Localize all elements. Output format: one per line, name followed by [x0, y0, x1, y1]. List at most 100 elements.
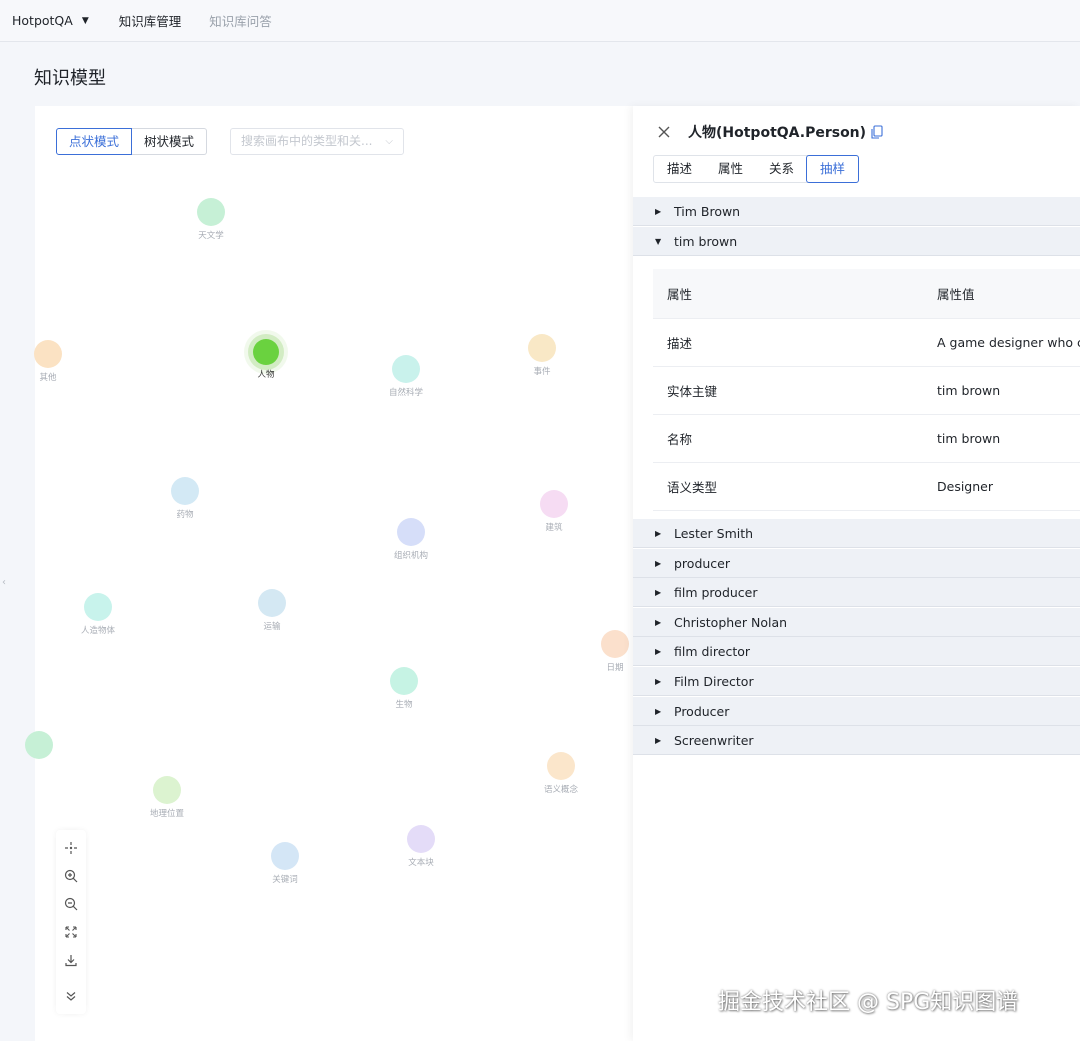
graph-node-transport[interactable]: 运输	[258, 589, 286, 632]
nav-kb-management[interactable]: 知识库管理	[119, 11, 182, 30]
attr-value: tim brown	[937, 383, 1001, 398]
app-selector[interactable]: HotpotQA ▼	[12, 13, 89, 28]
graph-node-semantic-concept[interactable]: 语义概念	[544, 752, 578, 795]
copy-icon[interactable]	[871, 125, 883, 139]
sample-name: producer	[674, 555, 731, 571]
caret-right-icon: ▶	[655, 558, 662, 568]
download-button[interactable]	[56, 946, 86, 974]
zoom-out-button[interactable]	[56, 890, 86, 918]
fit-view-button[interactable]	[56, 918, 86, 946]
node-dot	[397, 518, 425, 546]
graph-node-astronomy[interactable]: 天文学	[197, 198, 225, 241]
sample-row[interactable]: ▶ film producer	[633, 578, 1080, 607]
graph-node-artifact[interactable]: 人造物体	[81, 593, 115, 636]
sample-name: Film Director	[674, 673, 754, 689]
graph-node-drug[interactable]: 药物	[171, 477, 199, 520]
node-dot	[84, 593, 112, 621]
node-label: 文本块	[408, 858, 434, 868]
canvas-search-placeholder: 搜索画布中的类型和关...	[241, 134, 373, 148]
node-label: 运输	[263, 622, 281, 632]
table-row: 实体主键 tim brown	[653, 367, 1080, 415]
node-label: 生物	[395, 700, 413, 710]
graph-node-geo-location[interactable]: 地理位置	[150, 776, 184, 819]
node-label: 建筑	[545, 523, 563, 533]
sample-row[interactable]: ▶ Producer	[633, 697, 1080, 726]
chevron-left-icon[interactable]: ‹	[2, 577, 6, 588]
node-label: 自然科学	[389, 388, 424, 398]
collapse-button[interactable]	[56, 982, 86, 1010]
close-icon[interactable]	[657, 125, 671, 139]
node-label: 其他	[39, 373, 57, 383]
zoom-out-icon	[64, 897, 78, 911]
sample-row-expanded[interactable]: ▼ tim brown	[633, 227, 1080, 256]
attr-value: A game designer who c	[937, 335, 1080, 350]
graph-node-natural-science[interactable]: 自然科学	[389, 355, 423, 398]
chevron-down-icon: ⌵	[385, 136, 393, 147]
sample-name: tim brown	[674, 233, 738, 249]
caret-right-icon: ▶	[655, 706, 662, 716]
node-dot	[197, 198, 225, 226]
tab-attributes[interactable]: 属性	[705, 156, 756, 182]
node-dot	[34, 340, 62, 368]
sample-name: Screenwriter	[674, 732, 754, 748]
focus-icon	[65, 842, 77, 854]
graph-node-building[interactable]: 建筑	[540, 490, 568, 533]
graph-node-keyword[interactable]: 关键词	[271, 842, 299, 885]
table-row: 描述 A game designer who c	[653, 319, 1080, 367]
graph-node-partial[interactable]	[25, 731, 53, 759]
node-dot	[253, 339, 279, 365]
sample-row[interactable]: ▶ Film Director	[633, 667, 1080, 696]
node-dot	[547, 752, 575, 780]
zoom-toolbar	[56, 830, 86, 1014]
tab-sampling[interactable]: 抽样	[806, 155, 860, 183]
dot-mode-button[interactable]: 点状模式	[56, 128, 133, 155]
graph-node-event[interactable]: 事件	[528, 334, 556, 377]
attr-value: tim brown	[937, 431, 1001, 446]
fit-view-icon	[65, 926, 77, 938]
graph-node-other[interactable]: 其他	[34, 340, 62, 383]
caret-right-icon: ▶	[655, 528, 662, 538]
table-row: 语义类型 Designer	[653, 463, 1080, 511]
focus-button[interactable]	[56, 834, 86, 862]
sample-row[interactable]: ▶ Lester Smith	[633, 519, 1080, 548]
sample-row[interactable]: ▶ film director	[633, 637, 1080, 666]
graph-node-text-chunk[interactable]: 文本块	[407, 825, 435, 868]
tab-relations[interactable]: 关系	[756, 156, 807, 182]
node-label: 组织机构	[394, 551, 429, 561]
node-label: 人造物体	[81, 626, 116, 636]
canvas-search-select[interactable]: 搜索画布中的类型和关... ⌵	[230, 128, 404, 155]
app-name: HotpotQA	[12, 13, 73, 28]
sample-name: Producer	[674, 703, 730, 719]
caret-down-icon: ▼	[81, 15, 89, 26]
caret-right-icon: ▶	[655, 646, 662, 656]
graph-node-person[interactable]: 人物	[253, 339, 279, 380]
tab-description[interactable]: 描述	[654, 156, 705, 182]
sample-name: Tim Brown	[674, 203, 741, 219]
tree-mode-button[interactable]: 树状模式	[132, 128, 208, 155]
download-icon	[65, 955, 77, 967]
attr-name: 名称	[667, 432, 693, 447]
detail-header: 人物(HotpotQA.Person)	[657, 122, 883, 142]
attr-name: 实体主键	[667, 384, 718, 399]
sample-row[interactable]: ▶ Christopher Nolan	[633, 608, 1080, 637]
sample-row[interactable]: ▶ Screenwriter	[633, 726, 1080, 755]
table-header: 属性 属性值	[653, 269, 1080, 319]
node-label: 语义概念	[544, 785, 579, 795]
detail-tabs: 描述 属性 关系 抽样	[653, 155, 860, 183]
sample-row[interactable]: ▶ Tim Brown	[633, 197, 1080, 226]
node-dot	[392, 355, 420, 383]
graph-canvas[interactable]: 点状模式 树状模式 搜索画布中的类型和关... ⌵ 天文学 其他 人物 自然科学…	[25, 106, 633, 1041]
node-label: 事件	[533, 367, 551, 377]
zoom-in-button[interactable]	[56, 862, 86, 890]
graph-node-organization[interactable]: 组织机构	[394, 518, 428, 561]
nav-kb-qa[interactable]: 知识库问答	[209, 11, 272, 30]
node-label: 天文学	[198, 231, 224, 241]
sample-row[interactable]: ▶ producer	[633, 549, 1080, 578]
graph-node-organism[interactable]: 生物	[390, 667, 418, 710]
graph-node-date[interactable]: 日期	[601, 630, 629, 673]
caret-down-icon: ▼	[655, 236, 662, 246]
attr-value: Designer	[937, 479, 993, 494]
sample-name: film producer	[674, 584, 758, 600]
node-dot	[390, 667, 418, 695]
node-dot	[153, 776, 181, 804]
